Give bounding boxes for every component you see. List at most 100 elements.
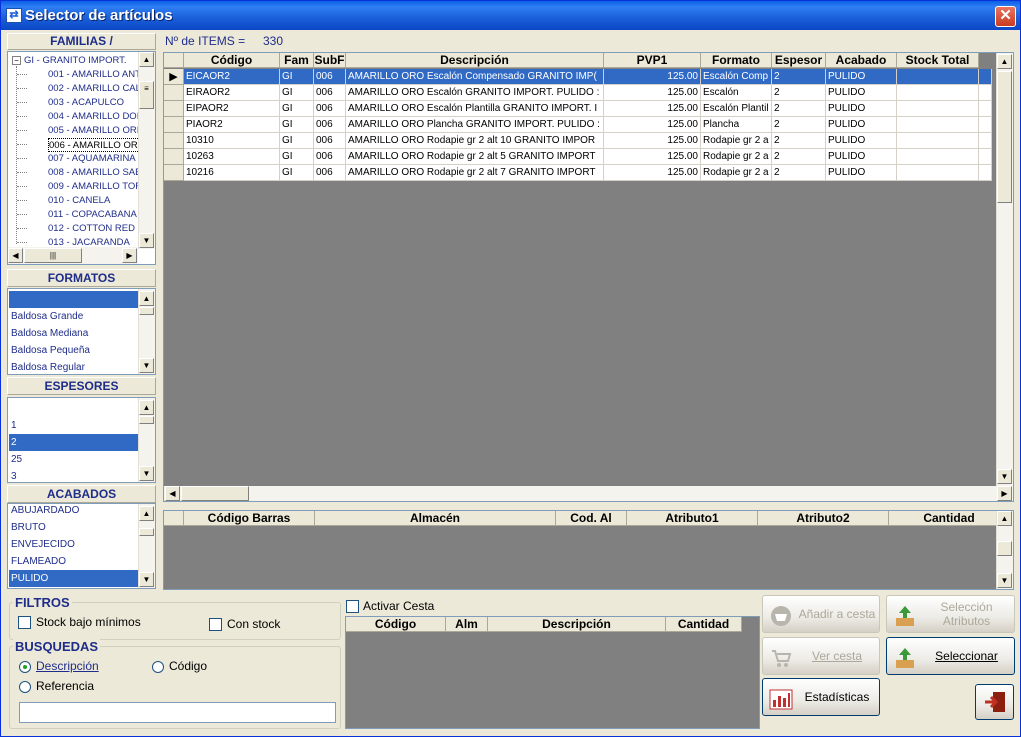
articles-grid[interactable]: Código Fam SubF Descripción PVP1 Formato Espes… bbox=[163, 52, 1014, 502]
table-cell[interactable]: PIAOR2 bbox=[184, 117, 280, 133]
families-hscroll[interactable]: ◀ ||| ▶ bbox=[8, 247, 138, 264]
row-indicator[interactable] bbox=[164, 117, 184, 133]
acabados-list-item[interactable]: BRUTO bbox=[9, 519, 138, 536]
table-row[interactable]: 10310 GI 006 AMARILLO ORO Rodapie gr 2 alt … bbox=[164, 133, 992, 149]
tree-item[interactable]: 011 - COPACABANA bbox=[48, 208, 137, 222]
table-cell[interactable]: 125.00 bbox=[604, 117, 701, 133]
espesores-list-item[interactable]: 3 bbox=[9, 468, 138, 482]
table-cell[interactable] bbox=[897, 117, 979, 133]
tree-item[interactable]: 006 - AMARILLO ORO bbox=[48, 138, 147, 152]
table-cell[interactable]: 2 bbox=[772, 133, 826, 149]
table-cell[interactable]: AMARILLO ORO Escalón Compensado GRANITO … bbox=[346, 69, 604, 85]
grid-column-header[interactable]: Formato bbox=[701, 53, 772, 68]
scroll-thumb[interactable]: ≡ bbox=[139, 81, 154, 109]
espesores-vscroll[interactable]: ▲ ▼ bbox=[138, 398, 155, 482]
scroll-down-icon[interactable]: ▼ bbox=[139, 572, 154, 587]
detail-column-header[interactable]: Almacén bbox=[315, 511, 556, 526]
tree-item[interactable]: 003 - ACAPULCO bbox=[48, 96, 124, 110]
espesores-list-item[interactable] bbox=[9, 400, 138, 417]
formatos-list[interactable]: Baldosa Grande Baldosa Mediana Baldosa Peq… bbox=[7, 288, 156, 375]
grid-column-header[interactable]: Acabado bbox=[826, 53, 897, 68]
table-cell[interactable]: AMARILLO ORO Rodapie gr 2 alt 10 GRANITO… bbox=[346, 133, 604, 149]
formatos-list-item[interactable]: Baldosa Regular bbox=[9, 359, 138, 374]
tree-item[interactable]: 009 - AMARILLO TOF bbox=[48, 180, 141, 194]
grid-column-header[interactable]: Stock Total bbox=[897, 53, 979, 68]
row-indicator[interactable] bbox=[164, 101, 184, 117]
codigo-label[interactable]: Código bbox=[169, 659, 207, 673]
formatos-list-item[interactable]: Baldosa Pequeña bbox=[9, 342, 138, 359]
scroll-down-icon[interactable]: ▼ bbox=[139, 233, 154, 248]
detail-grid[interactable]: Código Barras Almacén Cod. Al Atributo1 Atri… bbox=[163, 510, 1014, 590]
tree-item[interactable]: 005 - AMARILLO ORI bbox=[48, 124, 139, 138]
cesta-column-header[interactable]: Código bbox=[346, 617, 446, 632]
acabados-list-item[interactable]: ABUJARDADO bbox=[9, 504, 138, 519]
grid-column-header[interactable]: PVP1 bbox=[604, 53, 701, 68]
tree-item[interactable]: 007 - AQUAMARINA bbox=[48, 152, 136, 166]
grid-hscroll[interactable]: ◀ ▶ bbox=[164, 486, 1013, 501]
con-stock-checkbox[interactable] bbox=[209, 618, 222, 631]
table-cell[interactable]: AMARILLO ORO Rodapie gr 2 alt 7 GRANITO … bbox=[346, 165, 604, 181]
row-indicator[interactable] bbox=[164, 149, 184, 165]
table-cell[interactable]: 006 bbox=[314, 85, 346, 101]
tree-item[interactable]: 010 - CANELA bbox=[48, 194, 110, 208]
detail-vscroll[interactable]: ▲ ▼ bbox=[996, 511, 1013, 589]
table-cell[interactable]: EIPAOR2 bbox=[184, 101, 280, 117]
scroll-up-icon[interactable]: ▲ bbox=[139, 506, 154, 521]
detail-column-header[interactable]: Código Barras bbox=[184, 511, 315, 526]
table-cell[interactable]: GI bbox=[280, 85, 314, 101]
tree-root[interactable]: GI - GRANITO IMPORT. bbox=[24, 54, 127, 68]
table-cell[interactable]: 006 bbox=[314, 149, 346, 165]
estadisticas-button[interactable]: Estadísticas bbox=[762, 678, 880, 716]
seleccionar-button[interactable]: Seleccionar bbox=[886, 637, 1015, 675]
tree-item[interactable]: 004 - AMARILLO DOI bbox=[48, 110, 139, 124]
table-cell[interactable]: GI bbox=[280, 133, 314, 149]
table-cell[interactable]: GI bbox=[280, 69, 314, 85]
scroll-left-icon[interactable]: ◀ bbox=[165, 486, 180, 501]
scroll-up-icon[interactable]: ▲ bbox=[139, 291, 154, 306]
grid-column-header[interactable]: Espesor bbox=[772, 53, 826, 68]
grid-vscroll[interactable]: ▲ ▼ bbox=[996, 53, 1013, 486]
grid-column-header[interactable]: SubF bbox=[314, 53, 346, 68]
detail-column-header[interactable]: Cantidad bbox=[889, 511, 1010, 526]
table-cell[interactable]: PULIDO bbox=[826, 165, 897, 181]
acabados-list[interactable]: ABUJARDADO BRUTO ENVEJECIDO FLAMEADO PULIDO … bbox=[7, 503, 156, 589]
table-cell[interactable]: 125.00 bbox=[604, 101, 701, 117]
row-indicator[interactable]: ▶ bbox=[164, 69, 184, 85]
table-cell[interactable]: 10216 bbox=[184, 165, 280, 181]
table-cell[interactable] bbox=[897, 165, 979, 181]
table-cell[interactable]: 125.00 bbox=[604, 85, 701, 101]
grid-column-header[interactable]: Fam bbox=[280, 53, 314, 68]
detail-column-header[interactable]: Cod. Al bbox=[556, 511, 627, 526]
table-cell[interactable]: AMARILLO ORO Escalón Plantilla GRANITO I… bbox=[346, 101, 604, 117]
table-cell[interactable]: 125.00 bbox=[604, 69, 701, 85]
table-cell[interactable]: GI bbox=[280, 101, 314, 117]
table-cell[interactable]: 2 bbox=[772, 101, 826, 117]
scroll-left-icon[interactable]: ◀ bbox=[8, 248, 23, 263]
referencia-label[interactable]: Referencia bbox=[36, 679, 94, 693]
table-cell[interactable]: 006 bbox=[314, 133, 346, 149]
seleccion-atributos-button[interactable]: Selección Atributos bbox=[886, 595, 1015, 633]
table-cell[interactable]: Rodapie gr 2 a bbox=[701, 149, 772, 165]
formatos-list-item[interactable]: Baldosa Grande bbox=[9, 308, 138, 325]
activar-cesta-checkbox[interactable] bbox=[346, 600, 359, 613]
acabados-vscroll[interactable]: ▲ ▼ bbox=[138, 504, 155, 588]
stock-bajo-label[interactable]: Stock bajo mínimos bbox=[36, 615, 141, 629]
table-cell[interactable]: PULIDO bbox=[826, 85, 897, 101]
table-cell[interactable]: Escalón Comp bbox=[701, 69, 772, 85]
scroll-thumb[interactable] bbox=[997, 541, 1012, 556]
families-vscroll[interactable]: ▲ ≡ ▼ bbox=[138, 52, 155, 249]
formatos-list-item[interactable] bbox=[9, 291, 138, 308]
table-cell[interactable]: 2 bbox=[772, 85, 826, 101]
hscroll-thumb[interactable] bbox=[181, 486, 249, 501]
table-cell[interactable]: 2 bbox=[772, 69, 826, 85]
scroll-thumb[interactable] bbox=[997, 71, 1012, 203]
table-row[interactable]: 10263 GI 006 AMARILLO ORO Rodapie gr 2 alt … bbox=[164, 149, 992, 165]
espesores-list-item[interactable]: 25 bbox=[9, 451, 138, 468]
detail-column-header[interactable]: Atributo2 bbox=[758, 511, 889, 526]
table-cell[interactable]: 2 bbox=[772, 149, 826, 165]
row-indicator[interactable] bbox=[164, 85, 184, 101]
scroll-up-icon[interactable]: ▲ bbox=[139, 400, 154, 415]
search-input[interactable] bbox=[19, 702, 336, 723]
table-cell[interactable] bbox=[897, 149, 979, 165]
codigo-radio[interactable] bbox=[152, 661, 164, 673]
